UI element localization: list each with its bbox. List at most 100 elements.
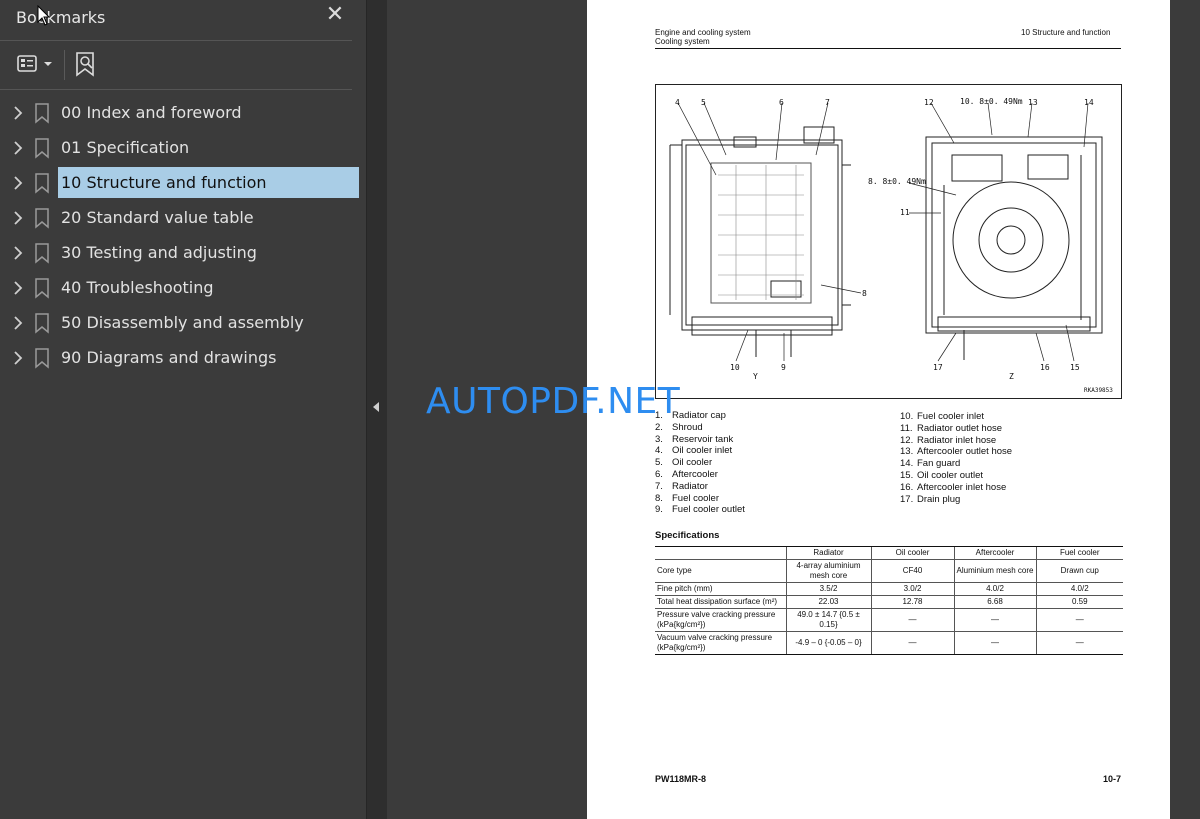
close-icon[interactable]: ✕ <box>324 4 346 26</box>
bookmark-options-button[interactable] <box>14 50 58 78</box>
table-cell: 4.0/2 <box>1035 582 1123 596</box>
table-cell: 3.0/2 <box>870 582 954 596</box>
bookmark-item[interactable]: 01 Specification <box>0 131 366 166</box>
table-cell: -4.9 – 0 {-0.05 – 0} <box>785 631 871 655</box>
table-cell: Fine pitch (mm) <box>655 582 786 596</box>
table-row: Total heat dissipation surface (m²) 22.03… <box>655 595 1123 609</box>
legend-number: 17. <box>900 493 914 505</box>
bookmark-icon <box>34 277 50 299</box>
chevron-right-icon[interactable] <box>12 175 24 191</box>
bookmark-icon <box>34 242 50 264</box>
legend-text: Radiator outlet hose <box>917 422 1003 434</box>
legend-entry: 5. Oil cooler <box>655 457 745 469</box>
column-header: Radiator <box>785 546 871 560</box>
callout-label: 16 <box>1040 363 1050 372</box>
legend-number: 5. <box>655 457 663 469</box>
divider <box>0 89 352 90</box>
legend-right: 10. Fuel cooler inlet 11. Radiator outlet h… <box>900 411 1012 505</box>
bookmark-label: 01 Specification <box>61 138 190 157</box>
bookmark-label: 20 Standard value table <box>61 208 254 227</box>
bookmark-list: 00 Index and foreword 01 Specification 10 … <box>0 96 366 376</box>
chevron-right-icon[interactable] <box>12 105 24 121</box>
legend-number: 14. <box>900 458 914 470</box>
table-cell: 3.5/2 <box>785 582 871 596</box>
cooling-system-diagram: 4 5 6 7 12 10. 8±0. 49Nm 13 14 8. 8±0. 4… <box>655 84 1122 399</box>
chevron-right-icon[interactable] <box>12 140 24 156</box>
bookmarks-panel: Bookmarks ✕ 00 Index and foreword 01 Spec… <box>0 0 366 819</box>
bookmark-item[interactable]: 50 Disassembly and assembly <box>0 306 366 341</box>
legend-number: 2. <box>655 421 663 433</box>
header-chapter: 10 Structure and function <box>1021 28 1111 37</box>
legend-number: 8. <box>655 492 663 504</box>
mouse-cursor-icon <box>37 4 51 27</box>
callout-label: 6 <box>779 98 784 107</box>
callout-label: 17 <box>933 363 943 372</box>
chevron-right-icon[interactable] <box>12 245 24 261</box>
legend-entry: 16. Aftercooler inlet hose <box>900 482 1012 494</box>
callout-label: 11 <box>900 208 910 217</box>
legend-text: Fan guard <box>917 458 961 470</box>
legend-entry: 2. Shroud <box>655 422 745 434</box>
header-rule <box>655 48 1121 49</box>
watermark-text: AUTOPDF.NET <box>426 381 681 422</box>
figure-code: RKA39853 <box>1084 387 1113 394</box>
specifications-table: Radiator Oil cooler Aftercooler Fuel cooler… <box>655 546 1123 655</box>
bookmark-icon <box>34 172 50 194</box>
legend-entry: 7. Radiator <box>655 481 745 493</box>
bookmark-label: 10 Structure and function <box>58 167 359 198</box>
table-cell: — <box>953 608 1036 632</box>
chevron-right-icon[interactable] <box>12 315 24 331</box>
legend-entry: 15. Oil cooler outlet <box>900 470 1012 482</box>
legend-number: 9. <box>655 504 663 516</box>
legend-entry: 13. Aftercooler outlet hose <box>900 446 1012 458</box>
table-header-row: Radiator Oil cooler Aftercooler Fuel cooler <box>655 546 1123 560</box>
table-cell: — <box>953 631 1036 655</box>
table-row: Vacuum valve cracking pressure (kPa{kg/c… <box>655 631 1123 655</box>
legend-text: Aftercooler inlet hose <box>917 481 1007 493</box>
legend-entry: 6. Aftercooler <box>655 469 745 481</box>
table-cell: Core type <box>655 559 786 583</box>
bookmark-item[interactable]: 30 Testing and adjusting <box>0 236 366 271</box>
legend-text: Oil cooler inlet <box>672 445 733 457</box>
table-cell: 22.03 <box>785 595 871 609</box>
panel-title: Bookmarks <box>16 8 106 27</box>
legend-number: 11. <box>900 422 913 434</box>
view-label: Z <box>1009 372 1014 381</box>
chevron-right-icon[interactable] <box>12 350 24 366</box>
legend-left: 1. Radiator cap 2. Shroud 3. Reservoir tank 4.… <box>655 410 745 516</box>
legend-text: Shroud <box>672 421 703 433</box>
toolbar-separator <box>64 50 65 80</box>
callout-label: 9 <box>781 363 786 372</box>
bookmark-item[interactable]: 10 Structure and function <box>0 166 366 201</box>
table-cell: — <box>1035 608 1123 632</box>
legend-text: Oil cooler outlet <box>917 469 984 481</box>
bookmark-search-icon <box>76 52 94 77</box>
legend-number: 13. <box>900 446 914 458</box>
legend-text: Fuel cooler inlet <box>917 411 985 422</box>
bookmark-item[interactable]: 90 Diagrams and drawings <box>0 341 366 376</box>
legend-text: Fuel cooler outlet <box>672 504 745 516</box>
callout-label: 13 <box>1028 98 1038 107</box>
table-cell: 6.68 <box>953 595 1036 609</box>
column-header: Oil cooler <box>870 546 954 560</box>
find-bookmark-button[interactable] <box>74 50 100 78</box>
column-header: Fuel cooler <box>1035 546 1123 560</box>
legend-text: Drain plug <box>917 493 961 505</box>
bookmark-label: 40 Troubleshooting <box>61 278 214 297</box>
bookmark-item[interactable]: 00 Index and foreword <box>0 96 366 131</box>
bookmark-icon <box>34 102 50 124</box>
bookmark-item[interactable]: 20 Standard value table <box>0 201 366 236</box>
chevron-right-icon[interactable] <box>12 280 24 296</box>
specifications-heading: Specifications <box>655 530 720 541</box>
model-footer: PW118MR-8 <box>655 774 707 784</box>
legend-text: Aftercooler <box>672 468 718 480</box>
legend-text: Oil cooler <box>672 457 713 469</box>
table-cell: Drawn cup <box>1035 559 1123 583</box>
legend-entry: 9. Fuel cooler outlet <box>655 504 745 516</box>
collapse-panel-icon[interactable] <box>371 400 381 414</box>
divider <box>0 40 352 41</box>
chevron-right-icon[interactable] <box>12 210 24 226</box>
bookmark-label: 50 Disassembly and assembly <box>61 313 304 332</box>
bookmark-item[interactable]: 40 Troubleshooting <box>0 271 366 306</box>
header-section: Engine and cooling system <box>655 28 751 37</box>
